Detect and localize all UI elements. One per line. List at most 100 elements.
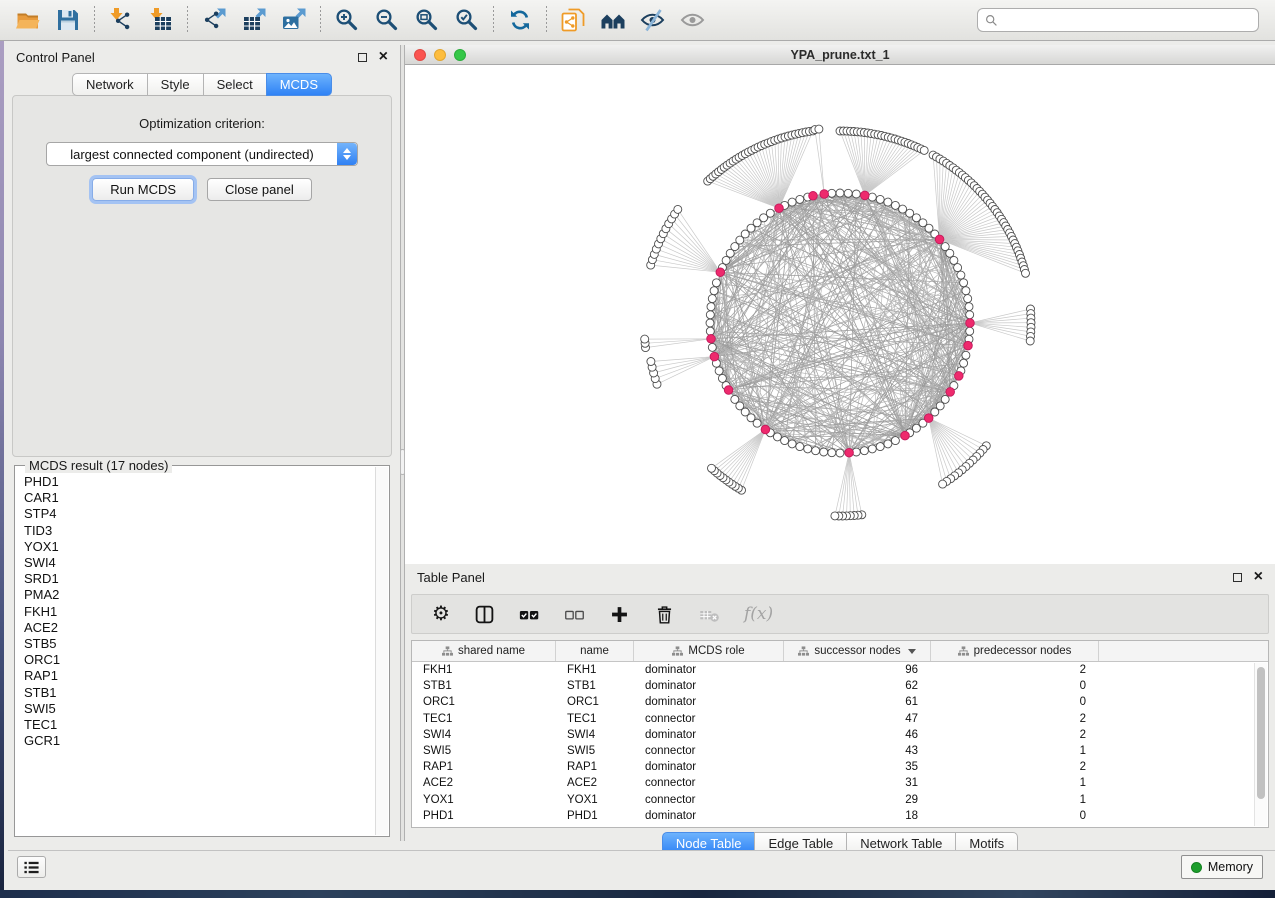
mcds-result-item[interactable]: STB5 <box>16 636 374 652</box>
export-table-icon[interactable] <box>234 3 274 37</box>
tab-mcds[interactable]: MCDS <box>266 73 332 96</box>
cell-mcds-role: dominator <box>634 662 784 678</box>
mcds-result-item[interactable]: ACE2 <box>16 620 374 636</box>
search-input[interactable] <box>1003 13 1251 27</box>
table-panel-title: Table Panel <box>417 570 1233 585</box>
table-row[interactable]: RAP1RAP1dominator352 <box>412 759 1268 775</box>
mcds-result-item[interactable]: SWI5 <box>16 701 374 717</box>
mcds-result-item[interactable]: TID3 <box>16 523 374 539</box>
add-icon[interactable] <box>609 604 630 625</box>
desktop-background-bottom <box>0 890 1275 898</box>
zoom-selected-icon[interactable] <box>447 3 487 37</box>
mcds-result-item[interactable]: PMA2 <box>16 587 374 603</box>
export-image-icon[interactable] <box>274 3 314 37</box>
cell-name: SWI5 <box>556 743 634 759</box>
memory-button[interactable]: Memory <box>1181 855 1263 879</box>
mcds-result-item[interactable]: RAP1 <box>16 668 374 684</box>
main-toolbar <box>0 0 1275 41</box>
column-header-name[interactable]: name <box>556 641 634 661</box>
mcds-result-item[interactable]: TEC1 <box>16 717 374 733</box>
zoom-out-icon[interactable] <box>367 3 407 37</box>
open-icon[interactable] <box>8 3 48 37</box>
table-row[interactable]: SWI5SWI5connector431 <box>412 743 1268 759</box>
mcds-result-item[interactable]: SWI4 <box>16 555 374 571</box>
table-row[interactable]: SWI4SWI4dominator462 <box>412 727 1268 743</box>
network-canvas[interactable] <box>405 65 1275 564</box>
cell-shared-name: SWI4 <box>412 727 556 743</box>
cell-successor-nodes: 18 <box>784 808 931 824</box>
table-row[interactable]: PHD1PHD1dominator180 <box>412 808 1268 824</box>
table-scrollbar[interactable] <box>1254 663 1267 826</box>
tab-network[interactable]: Network <box>72 73 148 96</box>
mcds-result-item[interactable]: PHD1 <box>16 474 374 490</box>
column-header-shared-name[interactable]: shared name <box>412 641 556 661</box>
tab-select[interactable]: Select <box>203 73 267 96</box>
table-header-row: shared name nameMCDS rolesuccessor nodesp… <box>412 641 1268 662</box>
table-row[interactable]: TEC1TEC1connector472 <box>412 711 1268 727</box>
zoom-fit-icon[interactable] <box>407 3 447 37</box>
table-row[interactable]: ACE2ACE2connector311 <box>412 775 1268 791</box>
network-window-titlebar[interactable]: YPA_prune.txt_1 <box>405 45 1275 65</box>
export-network-icon[interactable] <box>194 3 234 37</box>
toolbar-separator <box>94 6 95 34</box>
toolbar-separator <box>320 6 321 34</box>
import-network-icon[interactable] <box>101 3 141 37</box>
optimization-criterion-select[interactable]: largest connected component (undirected) <box>46 142 358 166</box>
select-all-icon[interactable] <box>519 604 540 625</box>
float-table-panel-icon[interactable] <box>1233 573 1242 582</box>
cell-name: SWI4 <box>556 727 634 743</box>
import-table-icon[interactable] <box>141 3 181 37</box>
columns-icon[interactable] <box>474 604 495 625</box>
mcds-result-item[interactable]: FKH1 <box>16 604 374 620</box>
zoom-in-icon[interactable] <box>327 3 367 37</box>
close-table-panel-icon[interactable]: × <box>1254 572 1263 582</box>
mcds-result-item[interactable]: GCR1 <box>16 733 374 749</box>
hierarchy-icon <box>798 646 809 657</box>
column-header-successor-nodes[interactable]: successor nodes <box>784 641 931 661</box>
save-icon[interactable] <box>48 3 88 37</box>
cell-shared-name: ACE2 <box>412 775 556 791</box>
column-label: shared name <box>458 645 525 657</box>
refresh-icon[interactable] <box>500 3 540 37</box>
cell-successor-nodes: 31 <box>784 775 931 791</box>
cell-mcds-role: dominator <box>634 808 784 824</box>
delete-icon[interactable] <box>654 604 675 625</box>
task-history-button[interactable] <box>17 856 46 878</box>
table-scrollbar-thumb[interactable] <box>1257 667 1265 799</box>
cell-successor-nodes: 29 <box>784 792 931 808</box>
tab-style[interactable]: Style <box>147 73 204 96</box>
mcds-result-item[interactable]: YOX1 <box>16 539 374 555</box>
mcds-result-item[interactable]: ORC1 <box>16 652 374 668</box>
table-row[interactable]: ORC1ORC1dominator610 <box>412 694 1268 710</box>
mcds-result-item[interactable]: STB1 <box>16 685 374 701</box>
table-row[interactable]: STB1STB1dominator620 <box>412 678 1268 694</box>
mcds-result-item[interactable]: CAR1 <box>16 490 374 506</box>
mcds-result-item[interactable]: SRD1 <box>16 571 374 587</box>
hide-selected-icon[interactable] <box>633 3 673 37</box>
table-panel-titlebar: Table Panel × <box>405 567 1275 587</box>
close-panel-icon[interactable]: × <box>379 52 388 62</box>
run-mcds-button[interactable]: Run MCDS <box>92 178 194 201</box>
column-header-mcds-role[interactable]: MCDS role <box>634 641 784 661</box>
first-neighbors-icon[interactable] <box>593 3 633 37</box>
cell-mcds-role: connector <box>634 775 784 791</box>
close-panel-button[interactable]: Close panel <box>207 178 312 201</box>
result-list-scrollbar[interactable] <box>375 467 388 835</box>
show-all-icon[interactable] <box>673 3 713 37</box>
cell-predecessor-nodes: 2 <box>931 759 1099 775</box>
column-header-predecessor-nodes[interactable]: predecessor nodes <box>931 641 1099 661</box>
search-box[interactable] <box>977 8 1259 32</box>
table-panel: Table Panel × ⚙f(x) shared namenameMCDS … <box>405 567 1275 858</box>
network-graph[interactable] <box>405 65 1275 564</box>
float-window-icon[interactable] <box>358 53 367 62</box>
duplicate-network-icon[interactable] <box>553 3 593 37</box>
deselect-all-icon[interactable] <box>564 604 585 625</box>
settings-icon[interactable]: ⚙ <box>432 604 450 624</box>
control-panel-title: Control Panel <box>16 50 358 65</box>
column-header-filler <box>1099 641 1268 661</box>
cell-predecessor-nodes: 0 <box>931 678 1099 694</box>
mcds-result-list[interactable]: PHD1CAR1STP4TID3YOX1SWI4SRD1PMA2FKH1ACE2… <box>16 467 374 835</box>
table-row[interactable]: FKH1FKH1dominator962 <box>412 662 1268 678</box>
table-row[interactable]: YOX1YOX1connector291 <box>412 792 1268 808</box>
mcds-result-item[interactable]: STP4 <box>16 506 374 522</box>
